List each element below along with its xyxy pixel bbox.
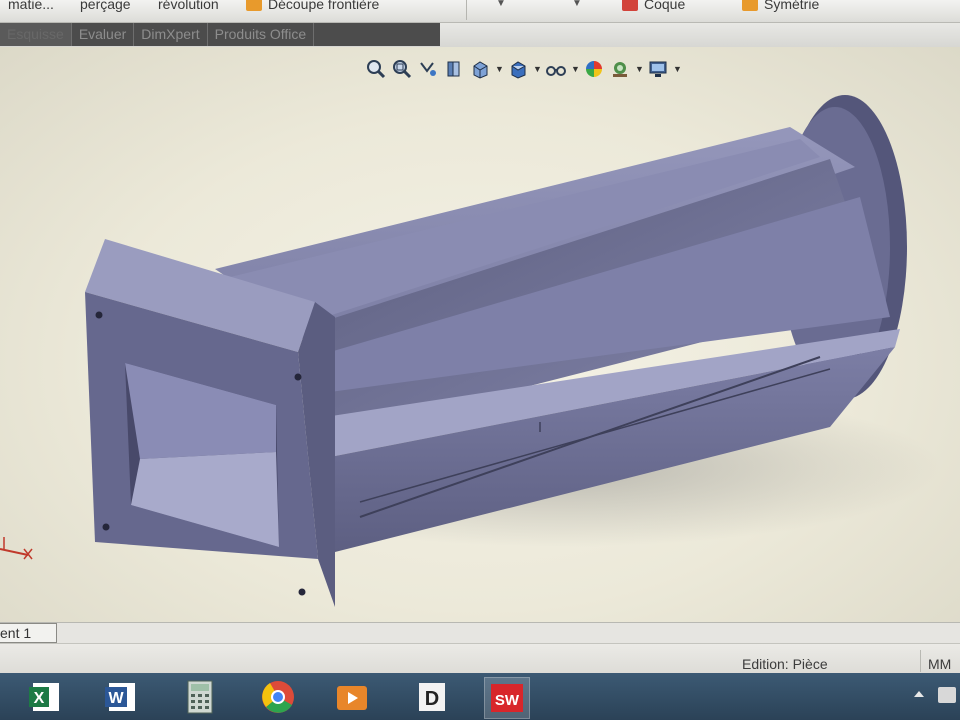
windows-taskbar: X W D SW xyxy=(0,673,960,720)
svg-text:SW: SW xyxy=(495,692,520,709)
solidworks-icon[interactable]: SW xyxy=(484,677,530,719)
tray-network-icon[interactable] xyxy=(938,687,956,703)
svg-text:X: X xyxy=(34,690,45,707)
tab-evaluate[interactable]: Evaluer xyxy=(72,23,135,46)
reference-triad xyxy=(0,537,33,560)
unit-system-button[interactable]: MM xyxy=(928,656,951,672)
tab-dimxpert[interactable]: DimXpert xyxy=(134,23,208,46)
tab-office-products[interactable]: Produits Office xyxy=(208,23,315,46)
graphics-area[interactable]: ▼ ▼ ▼ ▼ ▼ xyxy=(0,47,960,622)
tab-model[interactable]: ent 1 xyxy=(0,623,57,643)
mirror-icon xyxy=(742,0,758,11)
media-player-icon[interactable] xyxy=(330,677,374,717)
command-manager-tabs: Esquisse Evaluer DimXpert Produits Offic… xyxy=(0,23,960,47)
ribbon-item-hole[interactable]: perçage xyxy=(80,0,131,12)
chrome-icon[interactable] xyxy=(256,677,300,717)
chevron-down-icon[interactable]: ▼ xyxy=(572,0,582,9)
ribbon-item-material[interactable]: matie... xyxy=(8,0,54,12)
status-divider xyxy=(920,650,921,672)
part-model-3d[interactable] xyxy=(0,47,960,622)
document-tabs: ent 1 xyxy=(0,622,960,643)
svg-text:D: D xyxy=(425,688,439,710)
ribbon-item-shell[interactable]: Coque xyxy=(622,0,685,12)
tray-expand-icon[interactable] xyxy=(914,691,924,697)
ribbon-item-boundary-cut[interactable]: Découpe frontière xyxy=(246,0,379,12)
excel-icon[interactable]: X xyxy=(22,677,66,717)
calculator-icon[interactable] xyxy=(178,677,222,717)
tab-sketch[interactable]: Esquisse xyxy=(0,23,72,46)
chevron-down-icon[interactable]: ▼ xyxy=(496,0,506,9)
command-ribbon: matie... perçage révolution Découpe fron… xyxy=(0,0,960,23)
svg-text:W: W xyxy=(108,690,124,707)
editing-mode-status: Edition: Pièce xyxy=(742,656,828,672)
draftsight-icon[interactable]: D xyxy=(410,677,454,717)
ribbon-item-revolve[interactable]: révolution xyxy=(158,0,219,12)
status-bar: Edition: Pièce MM xyxy=(0,643,960,674)
ribbon-divider xyxy=(466,0,467,20)
ribbon-item-mirror[interactable]: Symétrie xyxy=(742,0,819,12)
word-icon[interactable]: W xyxy=(98,677,142,717)
feature-icon xyxy=(246,0,262,11)
shell-icon xyxy=(622,0,638,11)
